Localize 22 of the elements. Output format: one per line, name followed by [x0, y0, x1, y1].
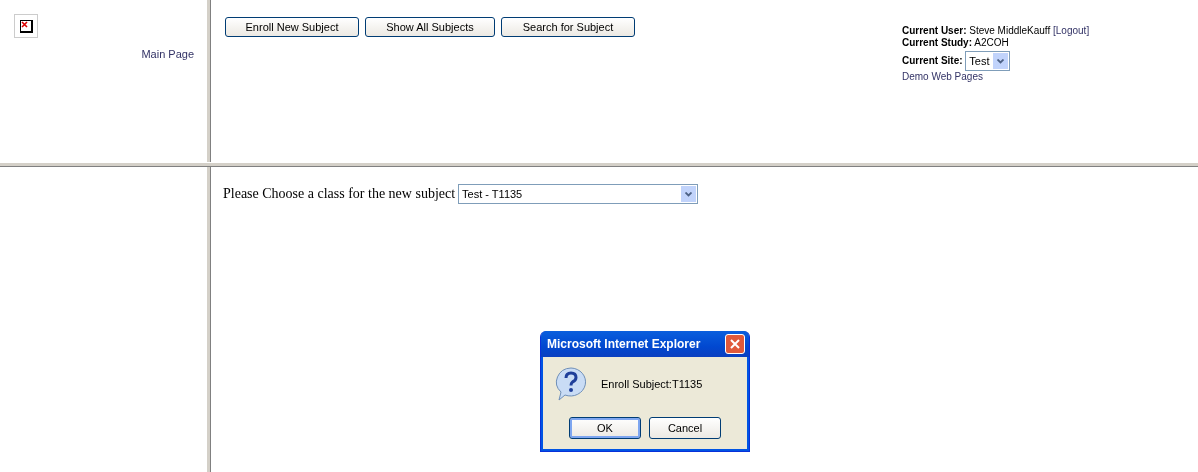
- class-prompt: Please Choose a class for the new subject: [223, 186, 456, 202]
- toolbar-button[interactable]: Enroll New Subject: [225, 17, 359, 37]
- dialog-title: Microsoft Internet Explorer: [547, 337, 701, 351]
- main-page-link[interactable]: Main Page: [14, 48, 194, 60]
- dialog-message: Enroll Subject:T1135: [601, 378, 703, 390]
- close-button[interactable]: [725, 334, 745, 354]
- broken-image-icon: [14, 14, 38, 38]
- site-dropdown[interactable]: Test: [965, 51, 1010, 71]
- toolbar-button[interactable]: Search for Subject: [501, 17, 635, 37]
- toolbar-button[interactable]: Show All Subjects: [365, 17, 495, 37]
- dialog-button[interactable]: Cancel: [649, 417, 721, 439]
- question-icon: [555, 367, 587, 401]
- site-label: Current Site:: [902, 54, 963, 66]
- user-label: Current User:: [902, 25, 967, 36]
- dialog-button[interactable]: OK: [569, 417, 641, 439]
- study-name: A2COH: [974, 37, 1009, 48]
- demo-pages-link[interactable]: Demo Web Pages: [902, 71, 983, 82]
- logout-link[interactable]: [Logout]: [1053, 25, 1090, 36]
- close-icon: [730, 339, 740, 349]
- study-label: Current Study:: [902, 37, 972, 48]
- class-dropdown[interactable]: Test - T1135: [458, 184, 699, 204]
- user-name: Steve MiddleKauff: [969, 25, 1051, 36]
